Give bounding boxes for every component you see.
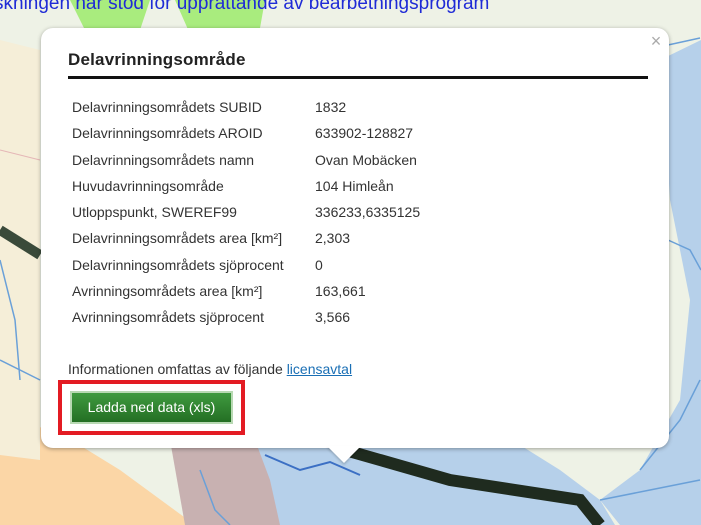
popup-title: Delavrinningsområde bbox=[68, 50, 246, 69]
row-value: 1832 bbox=[315, 99, 347, 115]
download-xls-button[interactable]: Ladda ned data (xls) bbox=[70, 391, 233, 424]
download-highlight: Ladda ned data (xls) bbox=[58, 380, 245, 435]
row-label: Huvudavrinningsområde bbox=[72, 177, 224, 194]
license-prefix: Informationen omfattas av följande bbox=[68, 361, 283, 377]
row-value: Ovan Mobäcken bbox=[315, 151, 417, 168]
license-link[interactable]: licensavtal bbox=[287, 361, 352, 377]
row-value: 3,566 bbox=[315, 309, 351, 326]
row-value: 104 Himleån bbox=[315, 177, 394, 194]
popup-pointer bbox=[327, 446, 361, 463]
title-divider bbox=[68, 76, 648, 79]
row-label: Delavrinningsområdets area [km²] bbox=[72, 230, 283, 247]
row-label: Delavrinningsområdets sjöprocent bbox=[72, 256, 284, 273]
row-label: Delavrinningsområdets namn bbox=[72, 151, 255, 168]
close-icon[interactable]: × bbox=[647, 32, 665, 50]
row-value: 2,303 bbox=[315, 230, 351, 247]
row-value: 336233,6335125 bbox=[315, 204, 421, 221]
row-label: Avrinningsområdets area [km²] bbox=[72, 283, 263, 300]
row-value: 0 bbox=[315, 256, 323, 273]
page-caption: skningen har stöd för upprättande av bea… bbox=[0, 0, 490, 14]
row-label: Utloppspunkt, SWEREF99 bbox=[72, 204, 237, 221]
row-value: 633902-128827 bbox=[315, 125, 414, 142]
row-label: Delavrinningsområdets SUBID bbox=[72, 99, 262, 115]
row-label: Avrinningsområdets sjöprocent bbox=[72, 309, 264, 326]
row-label: Delavrinningsområdets AROID bbox=[72, 125, 263, 142]
row-value: 163,661 bbox=[315, 283, 366, 300]
license-text: Informationen omfattas av följande licen… bbox=[68, 361, 352, 377]
info-popup: × Delavrinningsområde Delavrinningsområd… bbox=[41, 28, 669, 448]
